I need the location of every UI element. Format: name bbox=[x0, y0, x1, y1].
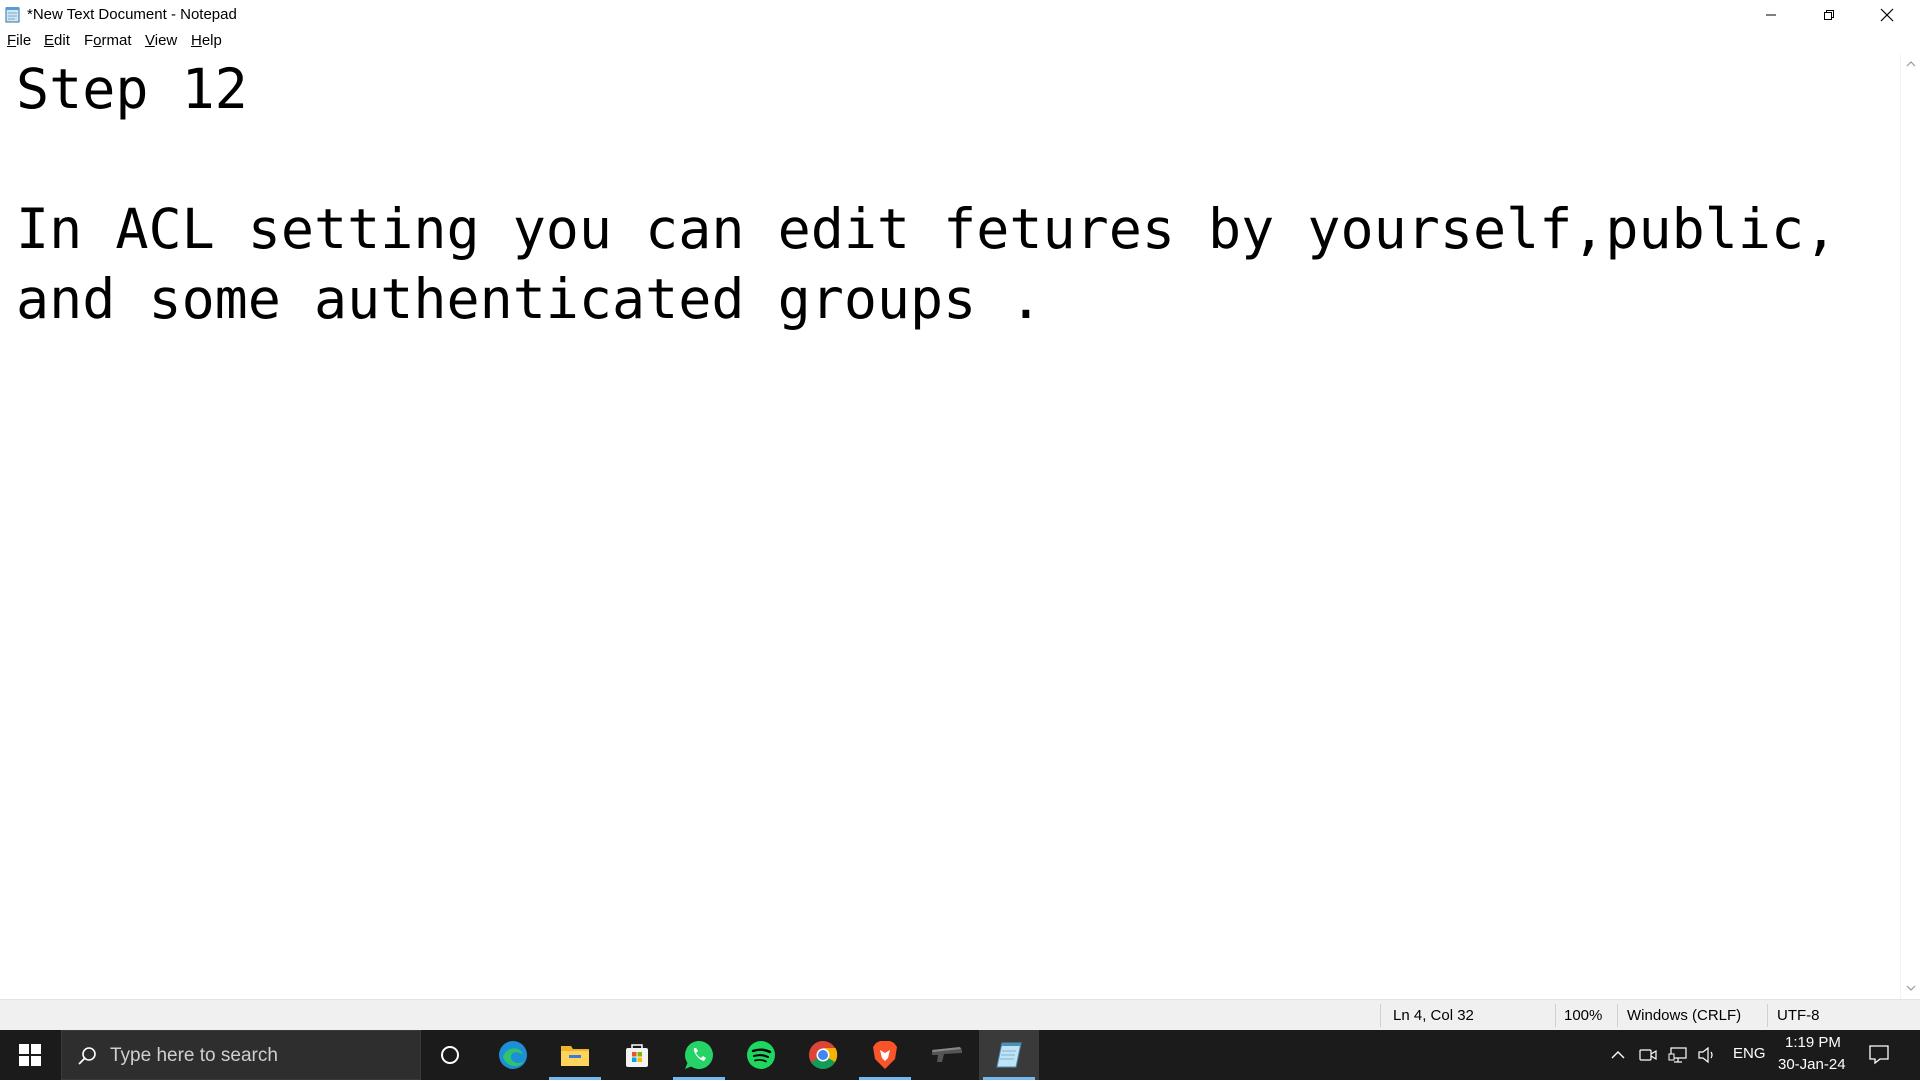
notepad-icon bbox=[996, 1042, 1022, 1068]
camera-icon bbox=[1639, 1049, 1657, 1061]
status-cursor-position: Ln 4, Col 32 bbox=[1393, 1007, 1474, 1024]
status-zoom: 100% bbox=[1564, 1007, 1603, 1024]
whatsapp-button[interactable] bbox=[669, 1030, 729, 1080]
notification-icon bbox=[1869, 1045, 1889, 1065]
spotify-button[interactable] bbox=[731, 1030, 791, 1080]
scroll-up-icon[interactable] bbox=[1905, 58, 1917, 70]
close-icon bbox=[1880, 8, 1894, 21]
menu-view[interactable]: View bbox=[144, 32, 178, 50]
language-indicator[interactable]: ENG bbox=[1733, 1045, 1766, 1062]
meet-now-button[interactable] bbox=[1637, 1044, 1659, 1066]
show-hidden-icons-button[interactable] bbox=[1607, 1044, 1629, 1066]
menu-file-accel: F bbox=[7, 32, 17, 49]
edge-button[interactable] bbox=[483, 1030, 543, 1080]
chevron-up-icon bbox=[1611, 1051, 1625, 1059]
menu-view-accel: V bbox=[145, 32, 155, 49]
brave-button[interactable] bbox=[855, 1030, 915, 1080]
menu-help-accel: H bbox=[191, 32, 202, 49]
menu-file-label: ile bbox=[16, 32, 32, 49]
action-center-button[interactable] bbox=[1868, 1043, 1890, 1065]
whatsapp-icon bbox=[684, 1041, 713, 1069]
menu-edit-label: dit bbox=[54, 32, 70, 49]
network-button[interactable] bbox=[1667, 1044, 1689, 1066]
file-explorer-button[interactable] bbox=[545, 1030, 605, 1080]
menu-format[interactable]: Format bbox=[83, 32, 133, 50]
notepad-button[interactable] bbox=[979, 1030, 1039, 1080]
minimize-icon bbox=[1766, 14, 1776, 15]
clock-date[interactable]: 30-Jan-24 bbox=[1778, 1056, 1846, 1073]
text-editor-area[interactable]: Step 12 In ACL setting you can edit fetu… bbox=[0, 54, 1900, 999]
chrome-icon bbox=[809, 1041, 838, 1069]
status-bar: Ln 4, Col 32 100% Windows (CRLF) UTF-8 bbox=[0, 999, 1920, 1031]
search-placeholder: Type here to search bbox=[110, 1045, 278, 1066]
menu-edit-accel: E bbox=[44, 32, 55, 49]
menu-help-label: elp bbox=[201, 32, 222, 49]
start-button[interactable] bbox=[0, 1030, 60, 1080]
status-divider bbox=[1380, 1004, 1381, 1027]
network-icon bbox=[1668, 1047, 1687, 1063]
cortana-button[interactable] bbox=[420, 1030, 480, 1080]
menu-file[interactable]: File bbox=[6, 32, 32, 50]
microsoft-store-icon bbox=[626, 1044, 648, 1067]
minimize-button[interactable] bbox=[1742, 0, 1800, 29]
clock-time[interactable]: 1:19 PM bbox=[1785, 1034, 1841, 1051]
edge-icon bbox=[499, 1041, 527, 1069]
notepad-app-icon[interactable] bbox=[5, 6, 20, 23]
menu-view-label: iew bbox=[154, 32, 178, 49]
status-divider bbox=[1617, 1004, 1618, 1027]
volume-button[interactable] bbox=[1696, 1044, 1718, 1066]
status-divider bbox=[1555, 1004, 1556, 1027]
close-button[interactable] bbox=[1858, 0, 1916, 29]
microsoft-store-button[interactable] bbox=[607, 1030, 667, 1080]
gun-app-icon bbox=[932, 1047, 962, 1062]
chrome-button[interactable] bbox=[793, 1030, 853, 1080]
search-icon bbox=[78, 1047, 96, 1065]
taskbar: Type here to search ENG 1:19 PM 30-Jan-2… bbox=[0, 1030, 1920, 1080]
file-explorer-icon bbox=[561, 1046, 589, 1066]
menu-format-accel: o bbox=[93, 32, 102, 49]
menu-format-pre: F bbox=[84, 32, 94, 49]
status-line-ending: Windows (CRLF) bbox=[1627, 1007, 1742, 1024]
editor-content[interactable]: Step 12 In ACL setting you can edit fetu… bbox=[16, 54, 1837, 334]
window-title: *New Text Document - Notepad bbox=[27, 6, 237, 23]
menu-format-label: rmat bbox=[101, 32, 132, 49]
spotify-icon bbox=[747, 1041, 775, 1069]
scroll-down-icon[interactable] bbox=[1905, 982, 1917, 994]
menu-help[interactable]: Help bbox=[190, 32, 223, 50]
menu-edit[interactable]: Edit bbox=[43, 32, 71, 50]
status-encoding: UTF-8 bbox=[1777, 1007, 1820, 1024]
title-bar[interactable]: *New Text Document - Notepad bbox=[0, 0, 1920, 29]
speaker-icon bbox=[1698, 1046, 1713, 1064]
status-divider bbox=[1767, 1004, 1768, 1027]
restore-button[interactable] bbox=[1800, 0, 1858, 29]
taskbar-search-box[interactable]: Type here to search bbox=[61, 1030, 421, 1080]
gun-app-button[interactable] bbox=[917, 1030, 977, 1080]
cortana-icon bbox=[441, 1046, 459, 1064]
windows-logo-icon bbox=[19, 1044, 41, 1066]
restore-icon bbox=[1824, 9, 1834, 20]
menu-bar: File Edit Format View Help bbox=[0, 29, 1920, 55]
brave-icon bbox=[873, 1041, 897, 1069]
vertical-scrollbar[interactable] bbox=[1900, 54, 1920, 999]
